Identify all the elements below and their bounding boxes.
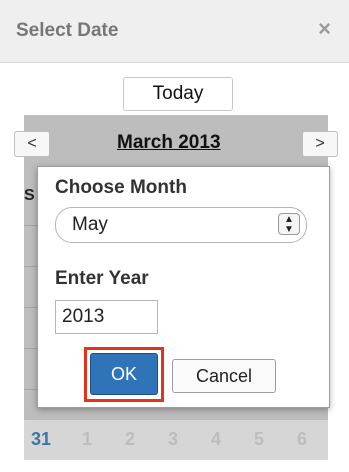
day-cell[interactable]: 5: [244, 429, 274, 450]
day-cell[interactable]: 2: [115, 429, 145, 450]
day-cell[interactable]: 6: [287, 429, 317, 450]
weekday-header-peek: S: [24, 187, 35, 204]
choose-month-label: Choose Month: [55, 177, 187, 198]
month-select-value: May: [72, 214, 108, 235]
month-select[interactable]: May ▲ ▼: [55, 207, 307, 243]
calendar-week-row: 31 1 2 3 4 5 6: [24, 420, 328, 460]
prev-month-button[interactable]: <: [14, 131, 50, 157]
month-year-title[interactable]: March 2013: [117, 132, 221, 154]
cancel-button[interactable]: Cancel: [172, 359, 276, 393]
ok-button[interactable]: OK: [90, 353, 158, 395]
dialog-title: Select Date: [16, 20, 119, 41]
select-date-dialog: Select Date × Today < March 2013 > S : 3…: [0, 0, 349, 472]
next-month-button[interactable]: >: [302, 131, 338, 157]
today-button[interactable]: Today: [123, 77, 233, 111]
day-cell[interactable]: 3: [158, 429, 188, 450]
dialog-titlebar: Select Date ×: [0, 0, 349, 63]
month-year-picker-popup: Choose Month May ▲▼ Enter Year OK Cancel: [37, 166, 330, 408]
day-cell[interactable]: 1: [72, 429, 102, 450]
day-cell[interactable]: 4: [201, 429, 231, 450]
enter-year-label: Enter Year: [55, 268, 149, 289]
close-icon[interactable]: ×: [318, 16, 331, 42]
year-input[interactable]: [55, 300, 158, 334]
day-cell[interactable]: 31: [26, 429, 56, 450]
select-arrows-icon: ▲ ▼: [278, 213, 300, 235]
